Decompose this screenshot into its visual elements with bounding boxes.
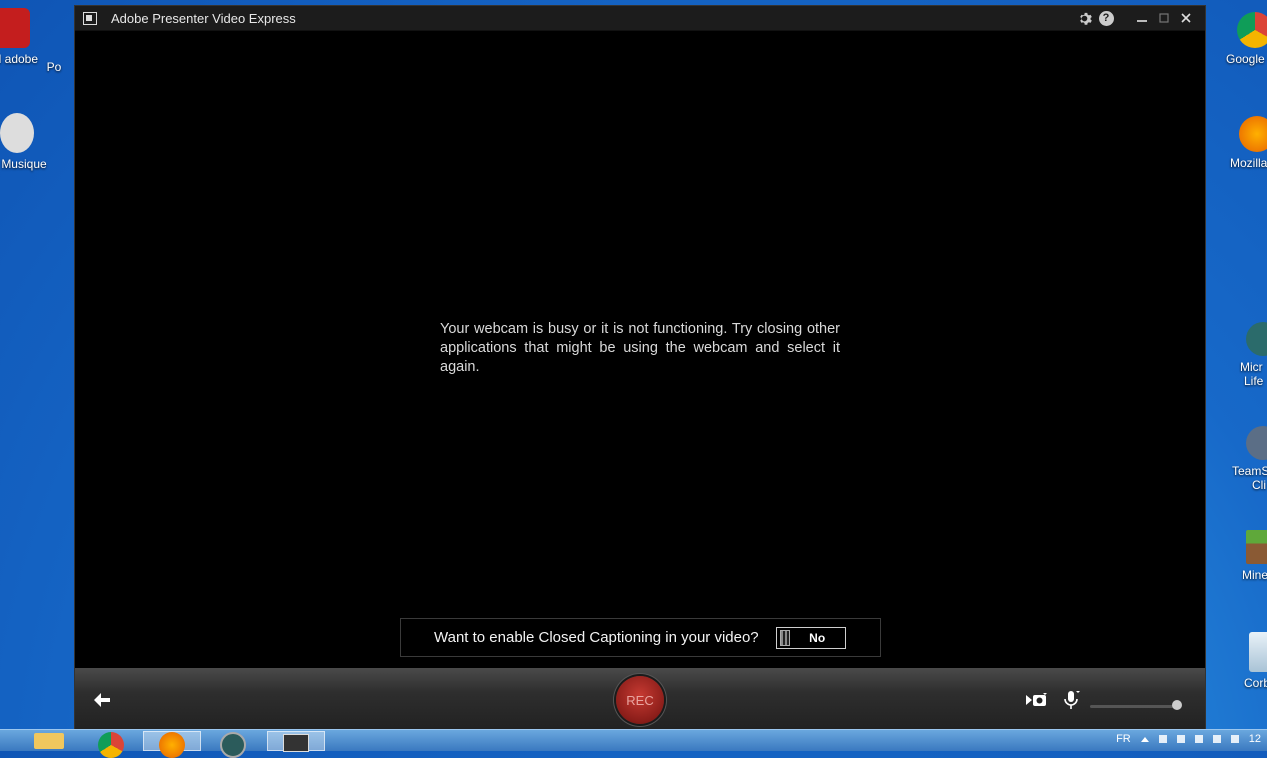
taskbar-lifecam[interactable] (208, 731, 258, 758)
minecraft-icon (1246, 530, 1267, 564)
camera-toggle-button[interactable] (1025, 692, 1049, 708)
close-icon (1181, 13, 1191, 23)
help-icon: ? (1098, 10, 1114, 26)
toggle-knob (779, 629, 790, 646)
webcam-preview: Your webcam is busy or it is not functio… (75, 31, 1205, 668)
desktop-icon-musique[interactable]: l Musique (0, 113, 56, 171)
recycle-bin-icon (1249, 632, 1267, 672)
window-titlebar[interactable]: Adobe Presenter Video Express ? (75, 6, 1205, 31)
signal-icon[interactable] (1212, 735, 1221, 743)
desktop-icon-mozilla[interactable]: Mozilla (1222, 116, 1267, 170)
chrome-icon (1237, 12, 1267, 48)
network-icon[interactable] (1176, 735, 1185, 743)
windows-icon[interactable] (1194, 735, 1203, 743)
pdf-icon (0, 8, 30, 48)
video-camera-icon (1026, 693, 1047, 706)
closed-caption-question: Want to enable Closed Captioning in your… (434, 629, 759, 646)
back-button[interactable] (93, 692, 113, 708)
presenter-app-icon (83, 11, 97, 25)
volume-icon[interactable] (1230, 735, 1239, 743)
teamspeak-icon (1246, 426, 1267, 460)
webcam-error-message: Your webcam is busy or it is not functio… (440, 321, 840, 375)
microphone-icon (1064, 691, 1080, 709)
desktop-icon-label: TeamS (1232, 464, 1267, 478)
taskbar-presenter[interactable] (267, 731, 325, 752)
microphone-button[interactable] (1063, 690, 1081, 710)
closed-caption-state: No (809, 630, 826, 645)
folder-icon (34, 733, 64, 749)
desktop-icon-adobe[interactable]: el adobe (0, 8, 50, 66)
closed-caption-toggle[interactable]: No (775, 626, 846, 649)
minimize-button[interactable] (1131, 8, 1153, 28)
closed-caption-prompt: Want to enable Closed Captioning in your… (400, 618, 881, 657)
language-indicator[interactable]: FR (1116, 733, 1131, 745)
clock[interactable]: 12 (1249, 733, 1261, 745)
settings-button[interactable] (1073, 8, 1095, 28)
desktop-icon-label: l Musique (0, 157, 47, 171)
volume-slider-track[interactable] (1090, 705, 1180, 708)
action-center-icon[interactable] (1158, 735, 1167, 743)
desktop-icon-recycle-bin[interactable]: Corb (1228, 632, 1267, 690)
desktop-icon-label: Corb (1244, 676, 1267, 690)
system-tray: FR 12 (1116, 733, 1267, 745)
chrome-icon (98, 732, 124, 758)
desktop-icon-minecraft[interactable]: Mine (1228, 530, 1267, 582)
app-window: Adobe Presenter Video Express ? Your web… (74, 5, 1206, 729)
desktop-icon-label: Micr (1240, 360, 1263, 374)
music-icon (0, 113, 34, 153)
maximize-button[interactable] (1153, 8, 1175, 28)
taskbar-explorer[interactable] (24, 731, 74, 751)
lifecam-icon (1246, 322, 1267, 356)
volume-slider-knob[interactable] (1172, 700, 1182, 710)
control-bar: REC (75, 668, 1205, 729)
firefox-icon (1239, 116, 1267, 152)
desktop-icon-label-2: Life (1244, 374, 1264, 388)
desktop-icon-google-chrome[interactable]: Google (1220, 12, 1267, 66)
tray-arrow-icon[interactable] (1140, 736, 1149, 742)
desktop-icon-label: Google (1226, 52, 1265, 66)
windows-taskbar: FR 12 (0, 729, 1267, 758)
record-label: REC (626, 692, 654, 708)
desktop-icon-label: Mine (1242, 568, 1267, 582)
lifecam-icon (220, 732, 246, 758)
gear-icon (1079, 12, 1092, 25)
minimize-icon (1137, 20, 1147, 22)
arrow-left-icon (94, 693, 110, 707)
help-button[interactable]: ? (1095, 8, 1117, 28)
firefox-icon (159, 732, 185, 758)
taskbar-firefox[interactable] (143, 731, 201, 758)
desktop-icon-lifecam[interactable]: Micr Life (1228, 322, 1267, 388)
desktop-icon-teamspeak[interactable]: TeamS Cli (1228, 426, 1267, 492)
record-button[interactable]: REC (616, 676, 664, 724)
maximize-icon (1159, 13, 1169, 23)
taskbar-chrome[interactable] (86, 731, 136, 758)
desktop-icon-label: Po (46, 60, 62, 74)
desktop-icon-label: Mozilla (1230, 156, 1267, 170)
presenter-app-icon (283, 734, 309, 752)
window-title: Adobe Presenter Video Express (111, 10, 296, 26)
desktop-icon-label-2: Cli (1252, 478, 1266, 492)
close-button[interactable] (1175, 8, 1197, 28)
